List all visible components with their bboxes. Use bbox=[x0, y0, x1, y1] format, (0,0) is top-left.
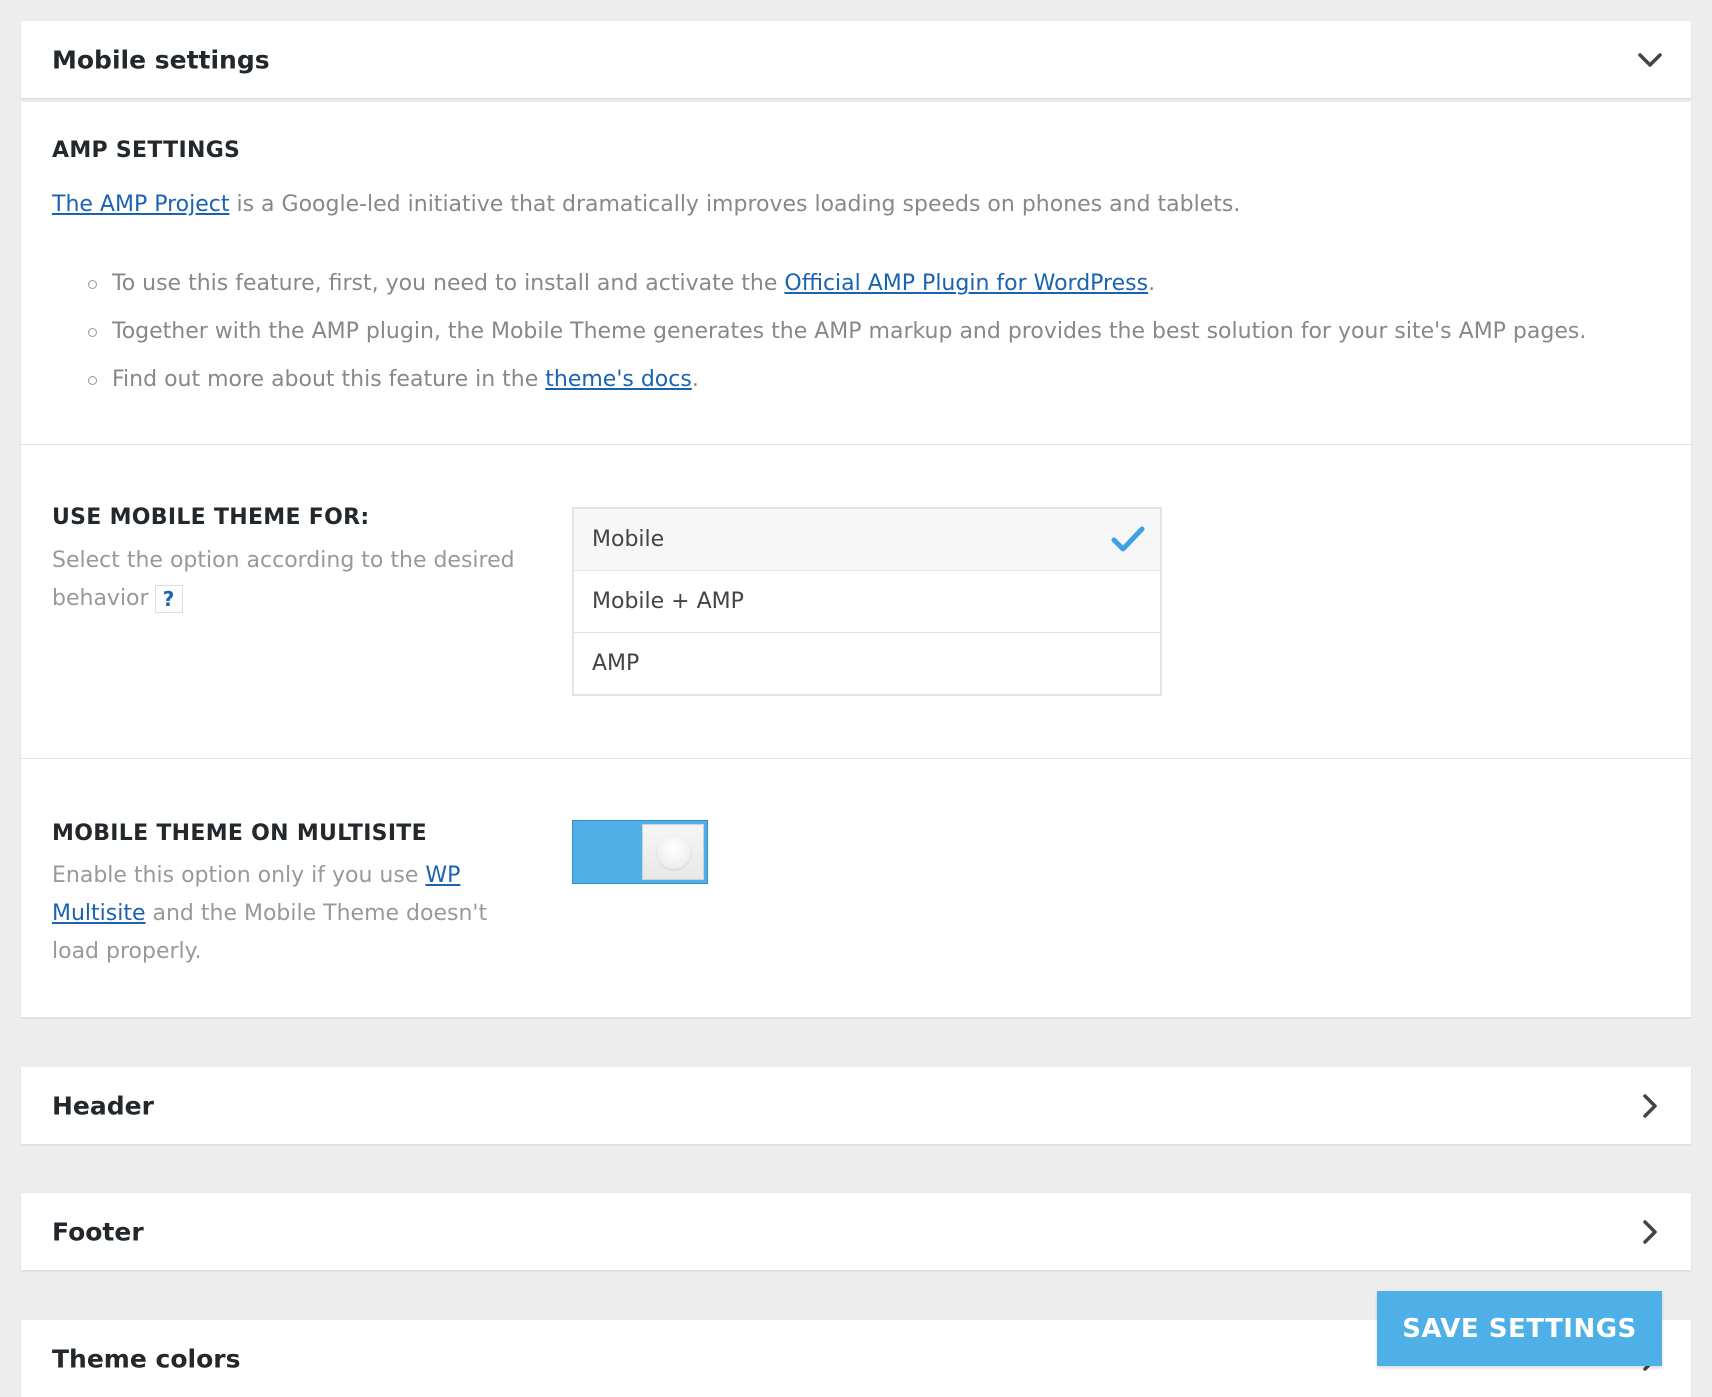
list-item: Together with the AMP plugin, the Mobile… bbox=[52, 308, 1586, 356]
multisite-description: Enable this option only if you use WP Mu… bbox=[52, 863, 488, 964]
help-icon[interactable]: ? bbox=[154, 585, 183, 613]
option-mobile-amp[interactable]: Mobile + AMP bbox=[574, 570, 1160, 632]
mobile-theme-option-list: Mobile Mobile + AMP AMP bbox=[572, 507, 1162, 696]
mobile-settings-title: Mobile settings bbox=[52, 45, 270, 74]
use-mobile-theme-heading: USE MOBILE THEME FOR: bbox=[52, 505, 370, 530]
chevron-right-icon[interactable] bbox=[1633, 1089, 1667, 1123]
amp-intro: The AMP Project is a Google-led initiati… bbox=[52, 186, 1652, 224]
chevron-right-icon[interactable] bbox=[1633, 1215, 1667, 1249]
chevron-down-icon[interactable] bbox=[1633, 43, 1667, 77]
option-mobile[interactable]: Mobile bbox=[574, 509, 1160, 570]
header-panel[interactable]: Header bbox=[21, 1067, 1691, 1144]
use-mobile-theme-section: USE MOBILE THEME FOR: Select the option … bbox=[21, 444, 1691, 759]
amp-settings-heading: AMP SETTINGS bbox=[52, 138, 241, 163]
mobile-settings-panel-header[interactable]: Mobile settings bbox=[21, 21, 1691, 98]
checkmark-icon bbox=[1111, 526, 1145, 552]
multisite-toggle[interactable] bbox=[572, 820, 708, 884]
toggle-knob bbox=[642, 824, 704, 880]
multisite-heading: MOBILE THEME ON MULTISITE bbox=[52, 821, 427, 846]
list-item: Find out more about this feature in the … bbox=[52, 356, 1586, 404]
multisite-section: MOBILE THEME ON MULTISITE Enable this op… bbox=[21, 758, 1691, 1018]
list-item: To use this feature, first, you need to … bbox=[52, 260, 1586, 308]
amp-intro-text: is a Google-led initiative that dramatic… bbox=[229, 192, 1241, 217]
save-settings-button[interactable]: SAVE SETTINGS bbox=[1377, 1291, 1662, 1366]
option-amp[interactable]: AMP bbox=[574, 632, 1160, 694]
theme-colors-panel-title: Theme colors bbox=[52, 1344, 241, 1373]
theme-docs-link[interactable]: theme's docs bbox=[545, 367, 692, 392]
use-mobile-theme-description: Select the option according to the desir… bbox=[52, 548, 515, 613]
footer-panel-title: Footer bbox=[52, 1217, 144, 1246]
amp-settings-section: AMP SETTINGS The AMP Project is a Google… bbox=[21, 102, 1691, 444]
official-amp-plugin-link[interactable]: Official AMP Plugin for WordPress bbox=[784, 271, 1148, 296]
amp-project-link[interactable]: The AMP Project bbox=[52, 192, 229, 217]
footer-panel[interactable]: Footer bbox=[21, 1193, 1691, 1270]
header-panel-title: Header bbox=[52, 1091, 154, 1120]
amp-bullet-list: To use this feature, first, you need to … bbox=[52, 260, 1586, 404]
